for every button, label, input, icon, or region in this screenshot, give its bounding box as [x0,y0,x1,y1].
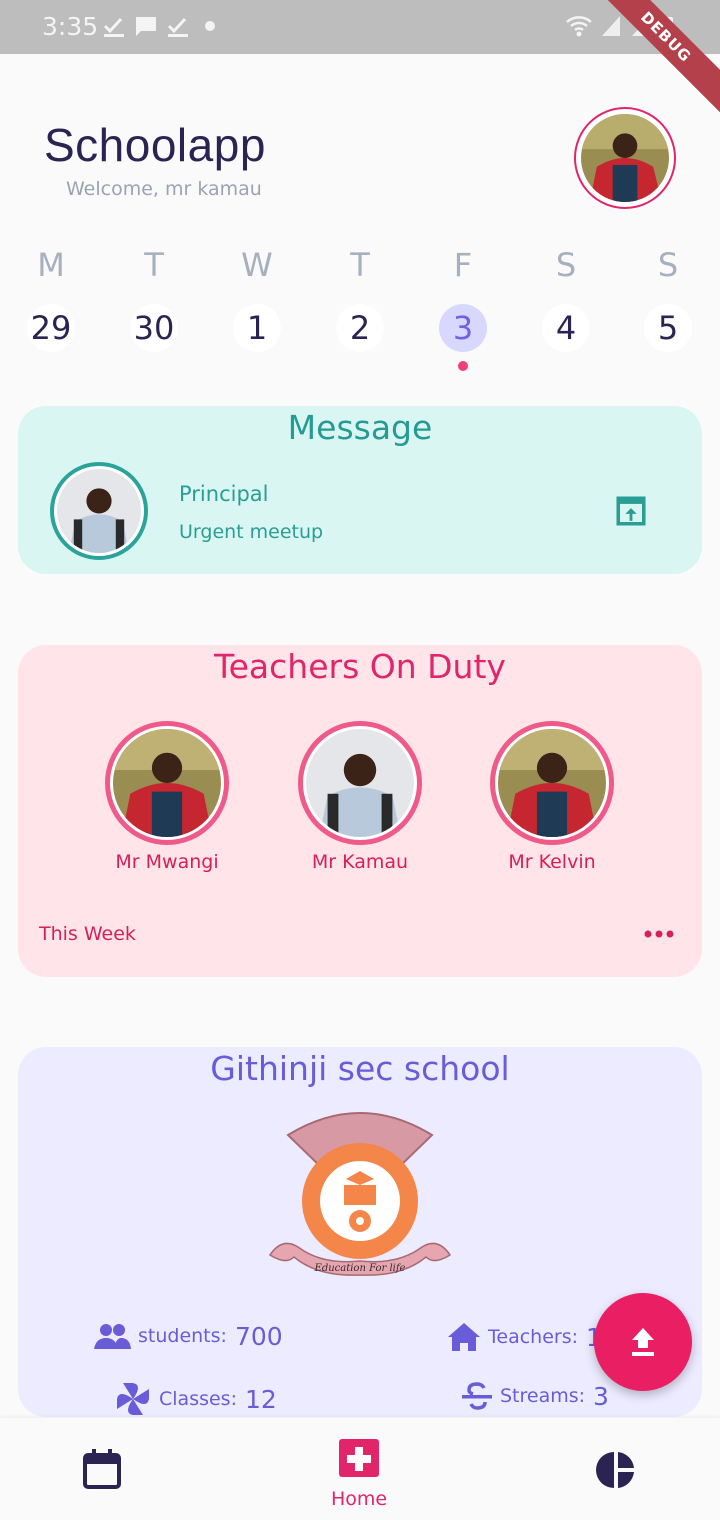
streams-stat: Streams: 3 [460,1381,609,1411]
upload-fab-button[interactable] [594,1293,692,1391]
open-in-new-icon[interactable] [614,494,648,528]
hospital-cross-icon [339,1439,379,1477]
teacher-name: Mr Kelvin [508,851,596,873]
day-letter: S [555,246,577,284]
teacher-photo [306,729,414,837]
strikethrough-icon [462,1382,492,1410]
day-letter: W [241,246,273,284]
profile-photo [581,114,669,202]
day-letter: F [453,246,473,284]
profile-avatar[interactable] [574,107,676,209]
day-letter: T [350,246,370,284]
day-number: 29 [27,304,75,352]
teacher-avatar [298,721,422,845]
app-title: Schoolapp [44,119,266,171]
nav-calendar[interactable] [42,1418,162,1520]
day-friday[interactable]: F 3 [423,240,503,352]
day-letter: S [657,246,679,284]
check-icon [167,17,188,37]
teachers-on-duty-card: Teachers On Duty Mr Mwangi Mr Kamau Mr K… [18,645,702,977]
duty-period-label: This Week [39,923,136,945]
teacher-photo [113,729,221,837]
message-text: Urgent meetup [179,521,324,543]
check-icon [103,17,124,37]
bottom-navigation: Home [0,1418,720,1520]
teacher-item[interactable]: Mr Kelvin [482,721,622,873]
school-name: Githinji sec school [210,1049,510,1088]
upload-icon [632,1328,654,1356]
classes-label: Classes: [159,1388,237,1410]
nav-home[interactable]: Home [299,1418,419,1520]
selected-day-indicator [458,361,468,371]
classes-value: 12 [244,1384,277,1414]
day-thursday[interactable]: T 2 [320,240,400,352]
day-wednesday[interactable]: W 1 [217,240,297,352]
teacher-name: Mr Mwangi [115,851,219,873]
calendar-icon [83,1449,121,1489]
day-letter: M [37,246,65,284]
status-bar: 3:35 DEBUG [0,0,720,119]
pinwheel-icon [117,1383,149,1415]
classes-stat: Classes: 12 [113,1379,277,1419]
nav-home-label: Home [330,1488,388,1510]
students-value: 700 [234,1321,283,1351]
day-sunday[interactable]: S 5 [628,240,708,352]
teacher-avatar [490,721,614,845]
nav-stats[interactable] [556,1418,676,1520]
duty-card-title: Teachers On Duty [214,647,506,686]
wifi-icon [566,16,592,37]
school-logo: Education For life [268,1112,452,1276]
teacher-avatar [105,721,229,845]
day-monday[interactable]: M 29 [11,240,91,352]
teacher-item[interactable]: Mr Kamau [290,721,430,873]
day-number: 30 [130,304,178,352]
more-horizontal-icon[interactable] [643,926,675,942]
sender-photo [57,469,141,553]
chat-icon [136,17,156,36]
signal-icon [602,16,620,36]
school-motto: Education For life [314,1263,406,1274]
day-number: 1 [233,304,281,352]
day-number: 5 [644,304,692,352]
dot-icon [205,21,215,31]
message-card-title: Message [287,408,433,447]
day-saturday[interactable]: S 4 [526,240,606,352]
home-icon [448,1323,480,1351]
day-letter: T [144,246,164,284]
status-time: 3:35 [42,12,99,41]
day-number-selected: 3 [439,304,487,352]
people-icon [94,1324,131,1349]
streams-label: Streams: [500,1385,586,1407]
students-stat: students: 700 [92,1321,283,1351]
week-calendar: M 29 T 30 W 1 T 2 F 3 S 4 S 5 [0,240,720,380]
pie-chart-icon [596,1452,634,1488]
day-number: 2 [336,304,384,352]
day-number: 4 [542,304,590,352]
streams-value: 3 [593,1381,609,1411]
welcome-text: Welcome, mr kamau [66,178,262,200]
teachers-label: Teachers: [488,1326,578,1348]
teacher-name: Mr Kamau [311,851,409,873]
message-card[interactable]: Message Principal Urgent meetup [18,406,702,574]
message-sender: Principal [179,482,269,506]
sender-avatar [50,462,148,560]
students-label: students: [138,1325,227,1347]
teacher-photo [498,729,606,837]
teacher-item[interactable]: Mr Mwangi [97,721,237,873]
day-tuesday[interactable]: T 30 [114,240,194,352]
teachers-stat: Teachers: 1 [446,1321,602,1353]
